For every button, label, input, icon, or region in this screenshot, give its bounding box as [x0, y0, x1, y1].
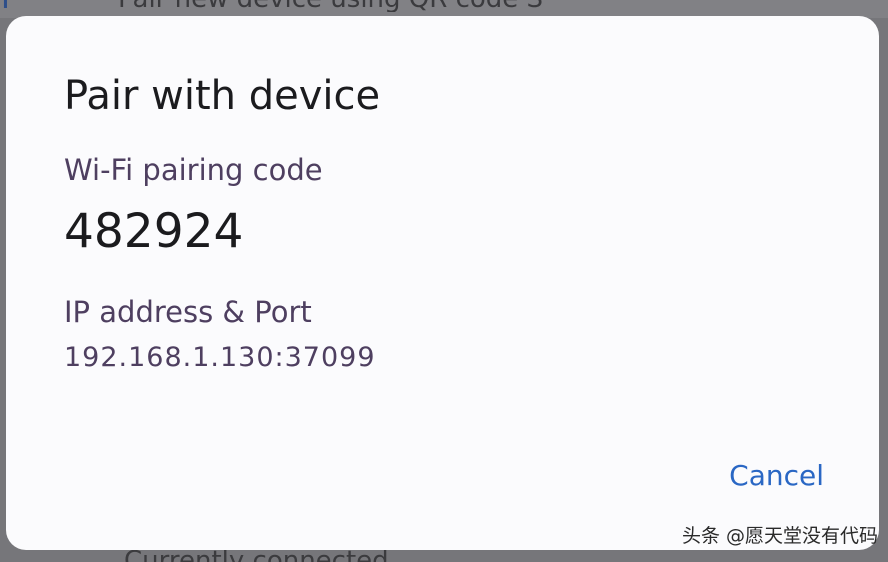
ip-port-label: IP address & Port	[64, 295, 312, 329]
ip-port-value: 192.168.1.130:37099	[64, 342, 376, 373]
background-pair-qr-item: Pair new device using QR code S	[118, 0, 678, 12]
cancel-button[interactable]: Cancel	[696, 448, 836, 504]
dialog-title: Pair with device	[64, 73, 381, 119]
watermark: 头条 @愿天堂没有代码	[681, 525, 878, 547]
pairing-code-value: 482924	[64, 204, 244, 259]
background-connected-item: Currently connected	[124, 548, 424, 562]
pair-device-dialog: Pair with device Wi-Fi pairing code 4829…	[6, 16, 879, 550]
background-back-icon: T	[0, 0, 11, 12]
pairing-code-label: Wi-Fi pairing code	[64, 153, 323, 187]
